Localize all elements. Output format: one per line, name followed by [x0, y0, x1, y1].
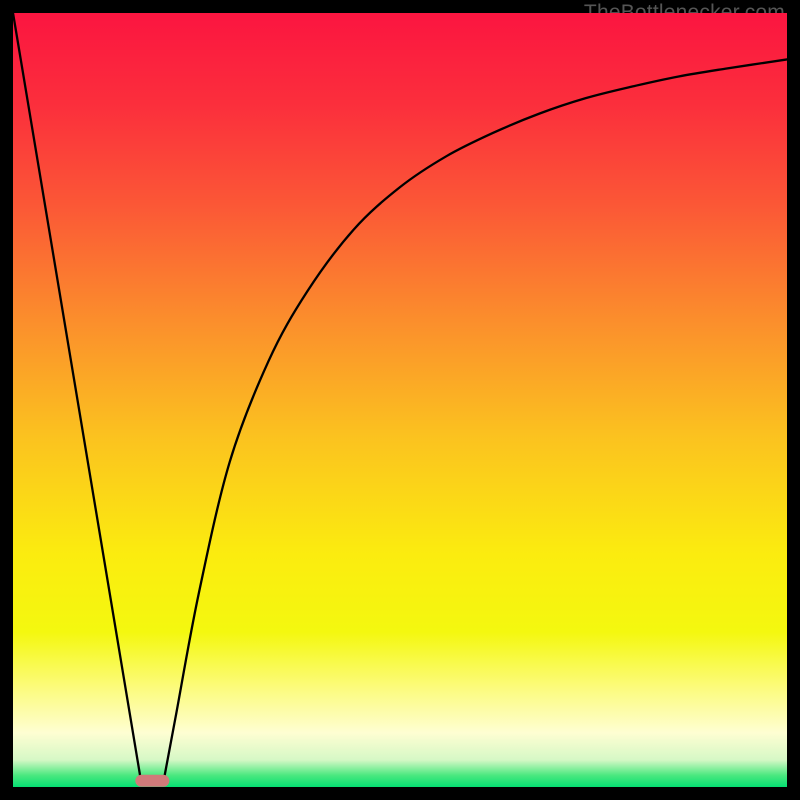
- minimum-marker: [135, 775, 169, 787]
- bottleneck-chart: [13, 13, 787, 787]
- chart-frame: TheBottlenecker.com: [13, 13, 787, 787]
- chart-background: [13, 13, 787, 787]
